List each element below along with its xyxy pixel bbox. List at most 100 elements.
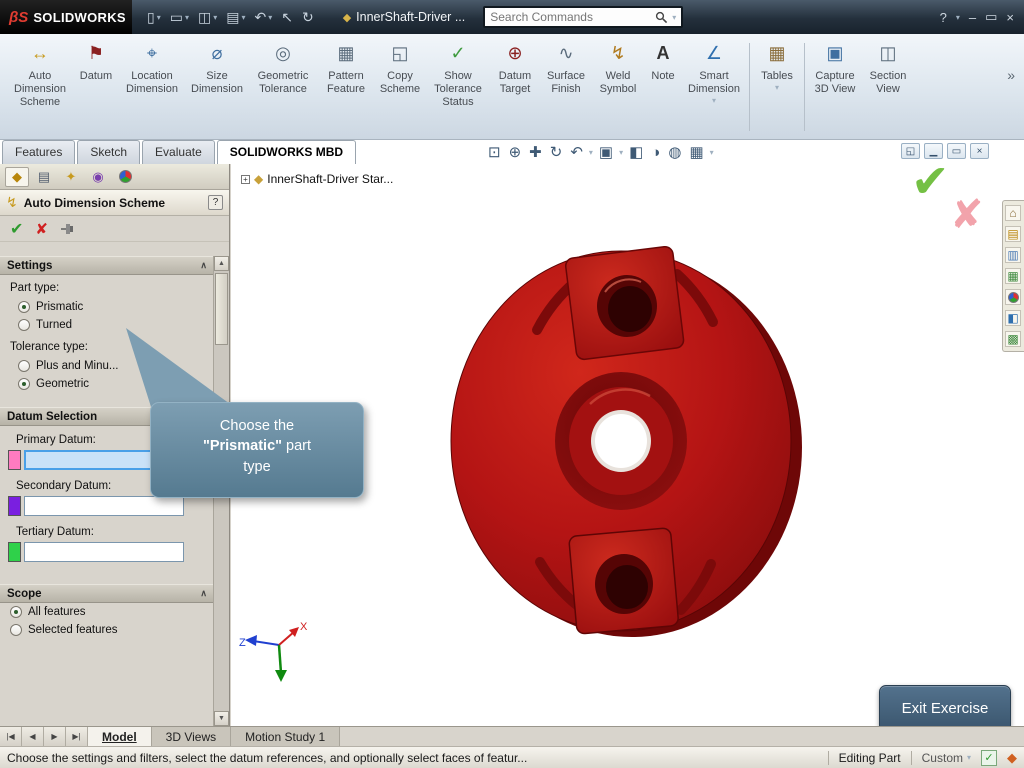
tab-scroll-first-button[interactable]: |◀ <box>0 727 22 746</box>
quick-tips-icon[interactable]: ◆ <box>1007 750 1017 766</box>
radio-prismatic[interactable]: Prismatic <box>0 298 214 316</box>
doc-close-icon[interactable]: × <box>970 143 989 159</box>
design-library-icon[interactable]: ▤ <box>1005 226 1021 242</box>
feature-tree-root[interactable]: + ◆ InnerShaft-Driver Star... <box>241 172 393 186</box>
ribbon-datum-target[interactable]: ⊕Datum Target <box>490 41 540 97</box>
ribbon-auto-dimension-scheme[interactable]: ↔Auto Dimension Scheme <box>6 41 74 110</box>
radio-button[interactable] <box>18 378 30 390</box>
appearances-icon[interactable]: ◍ <box>666 142 683 162</box>
tab-model[interactable]: Model <box>88 727 152 746</box>
chevron-down-icon[interactable]: ▾ <box>710 148 714 157</box>
radio-button[interactable] <box>18 360 30 372</box>
zoom-area-icon[interactable]: ⊕ <box>507 142 524 162</box>
displaymanager-tab[interactable]: ◉ <box>86 167 110 187</box>
ribbon-smart-dimension[interactable]: ∠Smart Dimension▾ <box>682 41 746 106</box>
rotate-view-icon[interactable]: ↻ <box>548 142 565 162</box>
ribbon-datum[interactable]: ⚑Datum <box>74 41 118 84</box>
radio-button[interactable] <box>10 606 22 618</box>
radio-button[interactable] <box>10 624 22 636</box>
doc-minimize-icon[interactable]: ▁ <box>924 143 943 159</box>
radio-all-features[interactable]: All features <box>0 603 214 621</box>
section-settings-header[interactable]: Settings ∧ <box>0 256 214 275</box>
ribbon-copy-scheme[interactable]: ◱Copy Scheme <box>374 41 426 97</box>
maximize-button[interactable]: ▭ <box>985 9 997 25</box>
doc-maximize-icon[interactable]: ▭ <box>947 143 966 159</box>
units-dropdown[interactable]: Custom ▾ <box>922 751 971 765</box>
panel-help-button[interactable]: ? <box>208 195 223 210</box>
cancel-button[interactable]: ✘ <box>35 220 48 238</box>
ribbon-weld-symbol[interactable]: ↯Weld Symbol <box>592 41 644 97</box>
scroll-up-icon[interactable]: ▲ <box>214 256 229 271</box>
chevron-down-icon[interactable]: ▾ <box>619 148 623 157</box>
tab-scroll-left-button[interactable]: ◀ <box>22 727 44 746</box>
chevron-down-icon[interactable]: ▾ <box>589 148 593 157</box>
home-icon[interactable]: ⌂ <box>1005 205 1021 221</box>
ribbon-location-dimension[interactable]: ⌖Location Dimension <box>118 41 186 97</box>
tab-sketch[interactable]: Sketch <box>77 140 140 164</box>
ribbon-tables[interactable]: ▦Tables▾ <box>753 41 801 93</box>
minimize-button[interactable]: – <box>969 10 976 25</box>
ribbon-note[interactable]: ANote <box>644 41 682 84</box>
scroll-down-icon[interactable]: ▼ <box>214 711 229 726</box>
rebuild-button[interactable]: ↻ <box>299 7 317 28</box>
appearances-wheel-icon[interactable] <box>1005 289 1021 305</box>
save-button[interactable]: ◫▾ <box>195 7 220 28</box>
previous-view-icon[interactable]: ↶ <box>568 142 585 162</box>
chevron-down-icon[interactable]: ▾ <box>956 13 960 22</box>
ribbon-pattern-feature[interactable]: ▦Pattern Feature <box>318 41 374 97</box>
part-3d-model[interactable] <box>445 244 805 644</box>
open-button[interactable]: ▭▾ <box>167 7 192 28</box>
close-button[interactable]: × <box>1006 10 1014 25</box>
zoom-fit-icon[interactable]: ⊡ <box>486 142 503 162</box>
pan-icon[interactable]: ✚ <box>527 142 544 162</box>
configuration-tab[interactable]: ▤ <box>32 167 56 187</box>
view-orientation-icon[interactable]: ▣ <box>597 142 615 162</box>
radio-button[interactable] <box>18 319 30 331</box>
radio-selected-features[interactable]: Selected features <box>0 621 214 639</box>
ok-button[interactable]: ✔ <box>10 219 23 239</box>
print-button[interactable]: ▤▾ <box>223 7 248 28</box>
help-button[interactable]: ? <box>940 10 947 25</box>
tertiary-datum-field[interactable] <box>24 542 184 562</box>
new-document-button[interactable]: ▯▾ <box>144 7 164 28</box>
display-style-icon[interactable]: ◧ <box>627 142 645 162</box>
collapse-chevron-icon[interactable]: ∧ <box>200 588 207 599</box>
ribbon-surface-finish[interactable]: ∿Surface Finish <box>540 41 592 97</box>
pushpin-icon[interactable] <box>60 222 75 236</box>
secondary-datum-field[interactable] <box>24 496 184 516</box>
ribbon-label: Tables <box>761 70 793 83</box>
doc-restore-icon[interactable]: ◱ <box>901 143 920 159</box>
tab-motion-study-1[interactable]: Motion Study 1 <box>231 727 340 746</box>
ribbon-capture-3d-view[interactable]: ▣Capture 3D View <box>808 41 862 97</box>
propertymanager-tab[interactable]: ◆ <box>5 167 29 187</box>
dimxpert-tab[interactable]: ✦ <box>59 167 83 187</box>
hide-show-icon[interactable]: ◑ <box>649 143 662 162</box>
undo-button[interactable]: ↶▾ <box>251 7 275 28</box>
appearances-tab[interactable] <box>113 167 137 187</box>
tab-scroll-last-button[interactable]: ▶| <box>66 727 88 746</box>
ribbon-overflow-button[interactable]: » <box>1007 41 1020 83</box>
search-input[interactable] <box>490 10 651 24</box>
tab-scroll-right-button[interactable]: ▶ <box>44 727 66 746</box>
section-scope-header[interactable]: Scope ∧ <box>0 584 214 603</box>
palette-icon[interactable]: ▦ <box>1005 268 1021 284</box>
tab-solidworks-mbd[interactable]: SOLIDWORKS MBD <box>217 140 356 164</box>
search-commands-box[interactable]: ▾ <box>483 6 683 28</box>
scene-icon[interactable]: ◧ <box>1005 310 1021 326</box>
collapse-chevron-icon[interactable]: ∧ <box>200 260 207 271</box>
radio-button[interactable] <box>18 301 30 313</box>
tab-features[interactable]: Features <box>2 140 75 164</box>
file-explorer-icon[interactable]: ▥ <box>1005 247 1021 263</box>
tab-evaluate[interactable]: Evaluate <box>142 140 215 164</box>
ribbon-show-tolerance-status[interactable]: ✓Show Tolerance Status <box>426 41 490 110</box>
exit-exercise-button[interactable]: Exit Exercise <box>879 685 1011 726</box>
ribbon-section-view[interactable]: ◫Section View <box>862 41 914 97</box>
tab-3d-views[interactable]: 3D Views <box>152 727 231 746</box>
custom-properties-icon[interactable]: ▩ <box>1005 331 1021 347</box>
expand-plus-icon[interactable]: + <box>241 175 250 184</box>
ribbon-geometric-tolerance[interactable]: ◎Geometric Tolerance <box>248 41 318 97</box>
ribbon-size-dimension[interactable]: ⌀Size Dimension <box>186 41 248 97</box>
select-button[interactable]: ↖ <box>278 7 296 28</box>
chevron-down-icon[interactable]: ▾ <box>672 13 676 22</box>
scene-icon[interactable]: ▦ <box>687 142 705 162</box>
